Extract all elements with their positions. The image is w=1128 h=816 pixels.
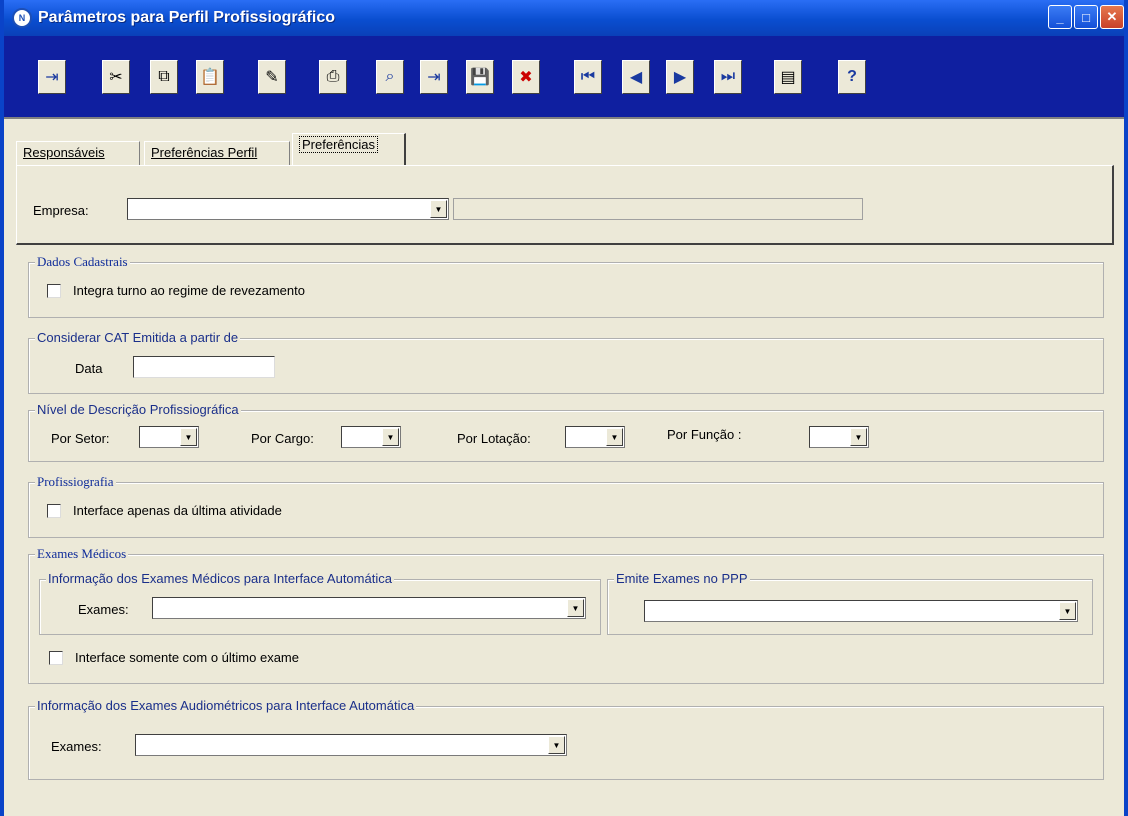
exames-medicos-group: Exames Médicos Informação dos Exames Méd…: [28, 546, 1104, 684]
save-icon: 💾: [470, 69, 490, 86]
profissiografia-group: Profissiografia Interface apenas da últi…: [28, 474, 1104, 538]
por-lotacao-label: Por Lotação:: [457, 431, 531, 446]
data-label: Data: [75, 361, 103, 376]
por-funcao-label: Por Função :: [667, 427, 742, 442]
audiometricos-title: Informação dos Exames Audiométricos para…: [35, 698, 417, 713]
dados-cadastrais-title: Dados Cadastrais: [35, 254, 130, 270]
delete-button[interactable]: ✖: [512, 60, 540, 94]
list-button[interactable]: ▤: [774, 60, 802, 94]
chevron-down-icon[interactable]: ▼: [430, 200, 447, 218]
emite-exames-group: Emite Exames no PPP ▼: [607, 571, 1093, 635]
previous-record-button[interactable]: ◀: [622, 60, 650, 94]
tab-preferencias[interactable]: Preferências: [292, 133, 406, 165]
ultima-atividade-label: Interface apenas da última atividade: [73, 503, 282, 518]
por-setor-label: Por Setor:: [51, 431, 110, 446]
dados-cadastrais-group: Dados Cadastrais Integra turno ao regime…: [28, 254, 1104, 318]
exames-medicos-title: Exames Médicos: [35, 546, 129, 562]
chevron-down-icon[interactable]: ▼: [850, 428, 867, 446]
chevron-down-icon[interactable]: ▼: [606, 428, 623, 446]
copy-icon: ⧉: [158, 68, 170, 85]
import-icon: ⇥: [427, 69, 441, 86]
audiometricos-group: Informação dos Exames Audiométricos para…: [28, 698, 1104, 780]
next-icon: ▶: [673, 69, 687, 86]
tab-responsaveis[interactable]: Responsáveis: [16, 141, 140, 165]
por-funcao-select[interactable]: ▼: [809, 426, 869, 448]
toolbar: ⇥ ✂ ⧉ 📋 ✎ ⎙ ⌕ ⇥ 💾 ✖ ⏮ ◀ ▶ ⏭ ▤ ?: [4, 36, 1124, 119]
minimize-button[interactable]: _: [1048, 5, 1072, 29]
first-record-button[interactable]: ⏮: [574, 60, 602, 94]
help-button[interactable]: ?: [838, 60, 866, 94]
chevron-down-icon[interactable]: ▼: [180, 428, 197, 446]
por-setor-select[interactable]: ▼: [139, 426, 199, 448]
copy-button[interactable]: ⧉: [150, 60, 178, 94]
emite-exames-select[interactable]: ▼: [644, 600, 1078, 622]
tab-label: Preferências Perfil: [151, 145, 258, 160]
empresa-description-field: [453, 198, 863, 220]
save-button[interactable]: 💾: [466, 60, 494, 94]
empresa-panel: Empresa: ▼: [16, 165, 1114, 245]
cut-button[interactable]: ✂: [102, 60, 130, 94]
chevron-down-icon[interactable]: ▼: [1059, 602, 1076, 620]
minimize-icon: _: [1056, 9, 1064, 25]
ultimo-exame-label: Interface somente com o último exame: [75, 650, 299, 665]
chevron-down-icon[interactable]: ▼: [382, 428, 399, 446]
tab-preferencias-perfil[interactable]: Preferências Perfil: [144, 141, 290, 165]
maximize-icon: □: [1082, 9, 1090, 25]
first-icon: ⏮: [580, 68, 596, 85]
list-icon: ▤: [780, 69, 796, 86]
empresa-label: Empresa:: [33, 203, 89, 218]
ultimo-exame-checkbox[interactable]: [49, 651, 63, 665]
maximize-button[interactable]: □: [1074, 5, 1098, 29]
scissors-icon: ✂: [109, 69, 123, 86]
tab-label: Responsáveis: [23, 145, 105, 160]
new-document-icon: ✎: [265, 69, 279, 86]
help-icon: ?: [847, 68, 857, 85]
close-icon: ✕: [1106, 9, 1118, 24]
exit-icon: ⇥: [45, 69, 59, 86]
nivel-group: Nível de Descrição Profissiográfica Por …: [28, 402, 1104, 462]
new-button[interactable]: ✎: [258, 60, 286, 94]
previous-icon: ◀: [629, 69, 643, 86]
close-button[interactable]: ✕: [1100, 5, 1124, 29]
info-exames-medicos-title: Informação dos Exames Médicos para Inter…: [46, 571, 394, 586]
integra-turno-label: Integra turno ao regime de revezamento: [73, 283, 305, 298]
cat-title: Considerar CAT Emitida a partir de: [35, 330, 241, 345]
cat-group: Considerar CAT Emitida a partir de Data: [28, 330, 1104, 394]
profissiografia-title: Profissiografia: [35, 474, 116, 490]
emite-exames-title: Emite Exames no PPP: [614, 571, 750, 586]
window-title: Parâmetros para Perfil Profissiográfico: [38, 9, 335, 26]
info-exames-medicos-group: Informação dos Exames Médicos para Inter…: [39, 571, 601, 635]
por-cargo-label: Por Cargo:: [251, 431, 314, 446]
ultima-atividade-checkbox[interactable]: [47, 504, 61, 518]
paste-button[interactable]: 📋: [196, 60, 224, 94]
exames-audiometricos-select[interactable]: ▼: [135, 734, 567, 756]
printer-icon: ⎙: [326, 68, 340, 85]
chevron-down-icon[interactable]: ▼: [548, 736, 565, 754]
title-bar[interactable]: N Parâmetros para Perfil Profissiográfic…: [4, 0, 1124, 36]
main-window: N Parâmetros para Perfil Profissiográfic…: [0, 0, 1128, 816]
exames-audiometricos-label: Exames:: [51, 739, 102, 754]
import-button[interactable]: ⇥: [420, 60, 448, 94]
app-icon: N: [12, 8, 32, 28]
empresa-select[interactable]: ▼: [127, 198, 449, 220]
last-record-button[interactable]: ⏭: [714, 60, 742, 94]
chevron-down-icon[interactable]: ▼: [567, 599, 584, 617]
data-input[interactable]: [133, 356, 275, 378]
search-icon: ⌕: [385, 68, 395, 85]
search-button[interactable]: ⌕: [376, 60, 404, 94]
nivel-title: Nível de Descrição Profissiográfica: [35, 402, 241, 417]
print-button[interactable]: ⎙: [319, 60, 347, 94]
delete-icon: ✖: [519, 69, 533, 86]
integra-turno-checkbox[interactable]: [47, 284, 61, 298]
exames-medicos-select[interactable]: ▼: [152, 597, 586, 619]
por-lotacao-select[interactable]: ▼: [565, 426, 625, 448]
tab-label: Preferências: [299, 136, 378, 153]
last-icon: ⏭: [720, 68, 736, 85]
exit-button[interactable]: ⇥: [38, 60, 66, 94]
next-record-button[interactable]: ▶: [666, 60, 694, 94]
exames-label: Exames:: [78, 602, 129, 617]
paste-icon: 📋: [200, 69, 220, 86]
por-cargo-select[interactable]: ▼: [341, 426, 401, 448]
